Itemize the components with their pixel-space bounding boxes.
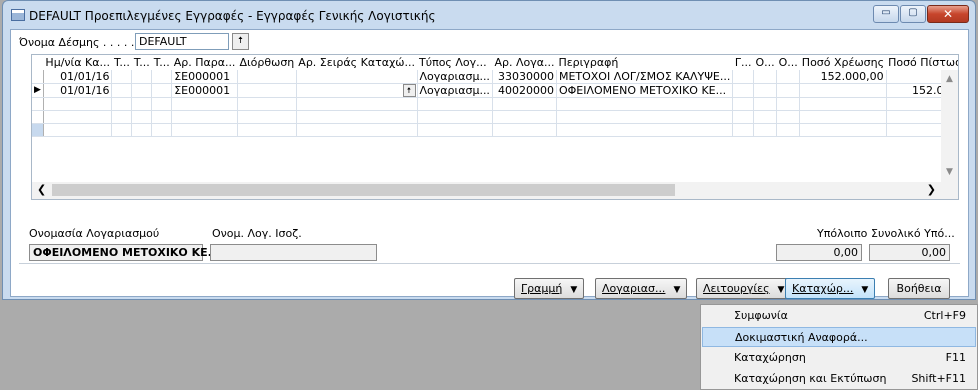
minimize-icon: ▭: [881, 7, 891, 18]
col-header-acc-no[interactable]: Αρ. Λογα...: [492, 55, 556, 70]
cell-serial-editing[interactable]: 🠅: [295, 83, 418, 98]
close-icon: ✕: [942, 7, 954, 21]
col-header-description[interactable]: Περιγραφή: [556, 55, 732, 70]
scroll-down-icon[interactable]: ▼: [941, 167, 958, 177]
menu-item-post-and-print[interactable]: Καταχώρηση και Εκτύπωση Shift+F11: [702, 369, 976, 389]
cell-doc-no[interactable]: ΣΕ000001: [171, 83, 238, 98]
help-button[interactable]: Βοήθεια: [888, 278, 950, 299]
dropdown-caret-icon: ▼: [673, 285, 681, 295]
cell-acc-no[interactable]: 33030000: [492, 70, 557, 84]
total-field: 0,00: [869, 244, 950, 261]
scroll-left-icon[interactable]: ❮: [37, 183, 46, 196]
scroll-corner: [941, 182, 958, 199]
journal-window: DEFAULT Προεπιλεγμένες Εγγραφές - Εγγραφ…: [2, 0, 976, 300]
col-header-o2[interactable]: Ο...: [777, 55, 800, 70]
col-header-serial[interactable]: Αρ. Σειράς Καταχώ...: [296, 55, 417, 70]
form-body: Όνομα Δέσμης . . . . . DEFAULT 🠅 Ημ/νία …: [10, 29, 969, 299]
batch-name-label: Όνομα Δέσμης . . . . .: [19, 36, 135, 49]
account-name-label: Ονομασία Λογαριασμού: [29, 227, 160, 240]
col-header-t1[interactable]: T...: [112, 55, 132, 70]
scroll-right-icon[interactable]: ❯: [927, 183, 936, 196]
account-menu-button[interactable]: Λογαριασ... ▼: [595, 278, 688, 299]
col-header-t3[interactable]: T...: [152, 55, 172, 70]
maximize-button[interactable]: ▢: [900, 5, 926, 23]
horizontal-scroll-thumb[interactable]: [52, 184, 675, 196]
post-dropdown-menu: Συμφωνία Ctrl+F9 Δοκιμαστική Αναφορά... Κ…: [700, 304, 978, 390]
col-header-debit[interactable]: Ποσό Χρέωσης: [800, 55, 886, 70]
table-row[interactable]: [32, 123, 958, 137]
minimize-button[interactable]: ▭: [873, 5, 899, 23]
batch-name-field[interactable]: DEFAULT: [135, 33, 229, 50]
menu-item-test-report[interactable]: Δοκιμαστική Αναφορά...: [702, 327, 976, 347]
table-row[interactable]: ▶ 01/01/16 ΣΕ000001 🠅 Λογαριασμ... 40020…: [32, 83, 958, 98]
table-window-icon: [11, 9, 25, 21]
window-title: DEFAULT Προεπιλεγμένες Εγγραφές - Εγγραφ…: [29, 9, 436, 23]
remainder-field: 0,00: [776, 244, 862, 261]
account-name-field: ΟΦΕΙΛΟΜΕΝΟ ΜΕΤΟΧΙΚΟ ΚΕ...: [29, 244, 220, 261]
batch-lookup-button[interactable]: 🠅: [232, 33, 249, 50]
cell-acc-no[interactable]: 40020000: [492, 83, 557, 98]
menu-item-reconcile[interactable]: Συμφωνία Ctrl+F9: [702, 306, 976, 326]
title-bar[interactable]: DEFAULT Προεπιλεγμένες Εγγραφές - Εγγραφ…: [3, 1, 975, 29]
menu-shortcut: F11: [945, 351, 966, 364]
journal-lines-grid: Ημ/νία Κα... T... T... T... Αρ. Παρα... …: [31, 54, 959, 200]
col-header-o1[interactable]: Ο...: [753, 55, 776, 70]
serial-lookup-icon[interactable]: 🠅: [402, 84, 416, 97]
divider: [19, 263, 960, 264]
cell-date[interactable]: 01/01/16: [43, 70, 113, 84]
col-header-t2[interactable]: T...: [132, 55, 152, 70]
balance-account-field: [210, 244, 377, 261]
row-selector[interactable]: [32, 70, 44, 84]
current-row-indicator-icon[interactable]: ▶: [32, 83, 44, 98]
lookup-arrow-icon: 🠅: [238, 36, 243, 46]
menu-shortcut: Shift+F11: [911, 372, 966, 385]
close-button[interactable]: ✕: [927, 5, 969, 23]
menu-shortcut: Ctrl+F9: [923, 309, 966, 322]
menu-item-post[interactable]: Καταχώρηση F11: [702, 348, 976, 368]
dropdown-caret-icon: ▼: [777, 285, 785, 295]
col-header-acc-type[interactable]: Τύπος Λογ...: [417, 55, 492, 70]
table-row[interactable]: 01/01/16 ΣΕ000001 Λογαριασμ... 33030000 …: [32, 70, 958, 84]
col-header-doc-no[interactable]: Αρ. Παρα...: [172, 55, 238, 70]
cell-doc-no[interactable]: ΣΕ000001: [171, 70, 238, 84]
post-menu-button[interactable]: Καταχώρ... ▼: [785, 278, 876, 299]
cell-acc-type[interactable]: Λογαριασμ...: [417, 83, 493, 98]
dropdown-caret-icon: ▼: [861, 285, 869, 295]
vertical-scrollbar[interactable]: ▲ ▼: [941, 70, 958, 183]
dropdown-caret-icon: ▼: [570, 285, 578, 295]
cell-description[interactable]: ΜΕΤΟΧΟΙ ΛΟΓ/ΣΜΟΣ ΚΑΛΥΨΕ...: [556, 70, 734, 84]
cell-date[interactable]: 01/01/16: [43, 83, 113, 98]
cell-description[interactable]: ΟΦΕΙΛΟΜΕΝΟ ΜΕΤΟΧΙΚΟ ΚΕ...: [556, 83, 734, 98]
col-header-g[interactable]: Γ...: [733, 55, 754, 70]
cell-debit[interactable]: [799, 83, 887, 98]
table-row[interactable]: [32, 97, 958, 111]
balance-account-label: Ονομ. Λογ. Ισοζ.: [212, 227, 302, 240]
functions-menu-button[interactable]: Λειτουργίες ▼: [696, 278, 792, 299]
line-menu-button[interactable]: Γραμμή ▼: [514, 278, 585, 299]
col-header-credit[interactable]: Ποσό Πίστωσης: [886, 55, 958, 70]
col-header-date[interactable]: Ημ/νία Κα...: [43, 55, 112, 70]
header-selector: [32, 55, 43, 70]
table-row[interactable]: [32, 110, 958, 124]
maximize-icon: ▢: [908, 7, 918, 18]
remainder-label: Υπόλοιπο: [817, 227, 868, 240]
scroll-up-icon[interactable]: ▲: [941, 74, 958, 84]
cell-acc-type[interactable]: Λογαριασμ...: [417, 70, 493, 84]
total-label: Συνολικό Υπό...: [871, 227, 955, 240]
col-header-correction[interactable]: Διόρθωση: [237, 55, 296, 70]
horizontal-scrollbar[interactable]: ❮ ❯: [32, 182, 941, 199]
cell-debit[interactable]: 152.000,00: [799, 70, 887, 84]
